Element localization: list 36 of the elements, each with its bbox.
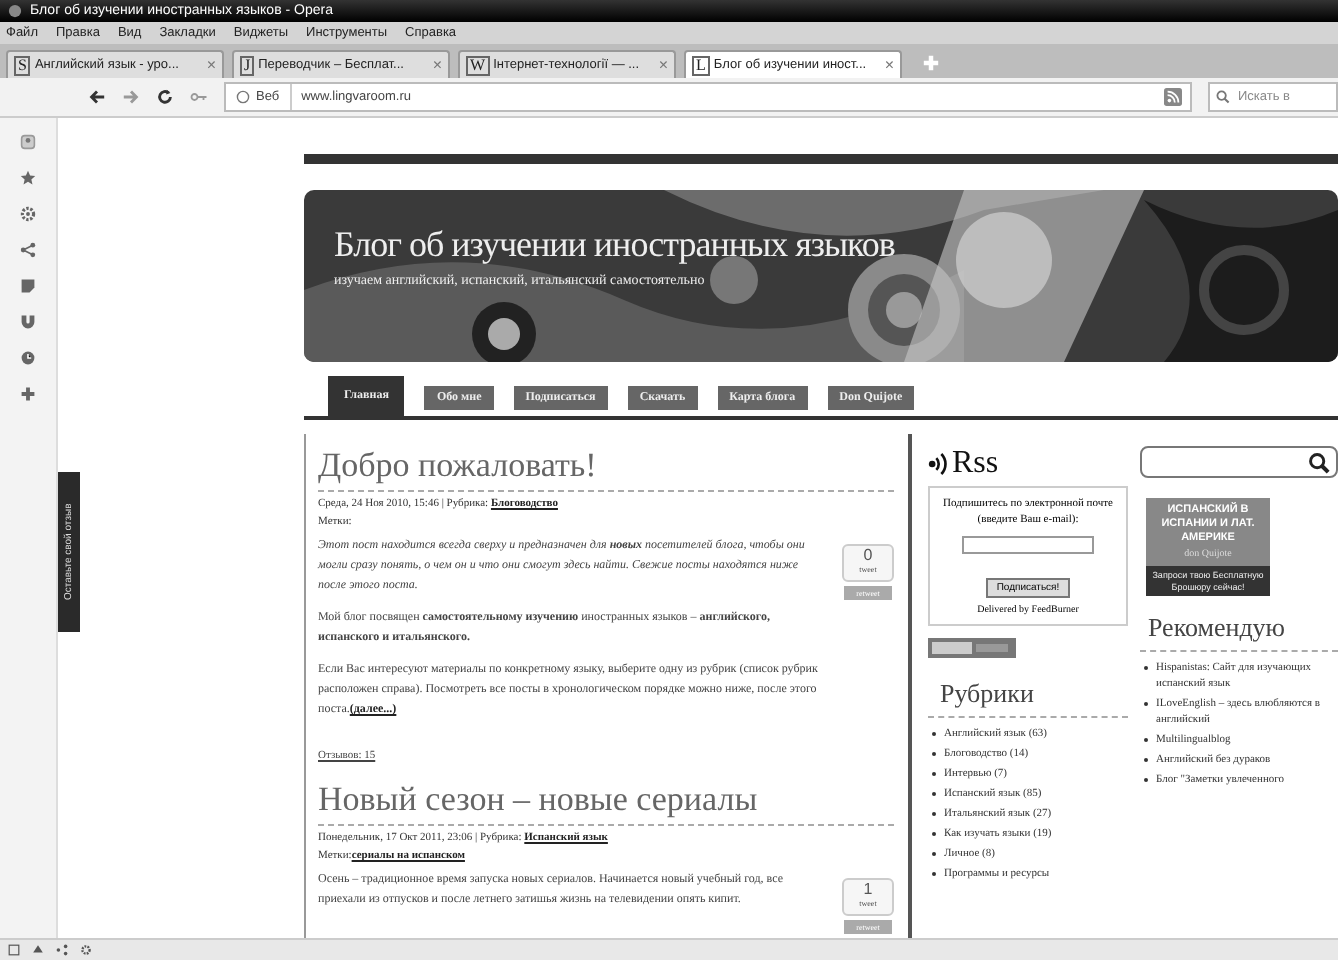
close-tab-button[interactable]: × <box>884 56 894 74</box>
forward-icon[interactable] <box>122 88 140 106</box>
arrow-icon[interactable] <box>32 944 44 956</box>
contacts-icon[interactable] <box>20 134 36 150</box>
favicon: L <box>692 55 710 75</box>
search-icon[interactable] <box>1308 451 1330 473</box>
favicon: J <box>240 55 255 75</box>
feed-count-badge[interactable] <box>928 638 1016 658</box>
rss-logo: Rss <box>952 446 999 482</box>
favicon: W <box>466 55 490 75</box>
gear-icon[interactable] <box>80 944 92 956</box>
back-icon[interactable] <box>88 88 106 106</box>
star-icon[interactable] <box>20 170 36 186</box>
post-title[interactable]: Новый сезон – новые сериалы <box>318 780 894 826</box>
key-icon[interactable] <box>190 88 208 106</box>
favicon: S <box>14 55 31 75</box>
share-icon[interactable] <box>20 242 36 258</box>
note-icon[interactable] <box>20 278 36 294</box>
feed-icon[interactable] <box>1164 88 1182 106</box>
widget-title: Рекомендую <box>1140 612 1338 652</box>
panel-icon[interactable] <box>8 944 20 956</box>
plus-icon[interactable] <box>20 386 36 402</box>
email-field[interactable] <box>962 536 1094 554</box>
widget-title: Рубрики <box>928 678 1128 718</box>
blog-title: Блог об изучении иностранных языков <box>334 224 895 266</box>
post-title[interactable]: Добро пожаловать! <box>318 446 894 492</box>
reload-icon[interactable] <box>156 88 174 106</box>
rss-icon <box>928 452 948 476</box>
blog-search-field[interactable] <box>1140 446 1338 478</box>
gear-icon[interactable] <box>20 206 36 222</box>
globe-icon <box>236 90 250 104</box>
search-icon <box>1216 90 1230 104</box>
clock-icon[interactable] <box>20 350 36 366</box>
magnet-icon[interactable] <box>20 314 36 330</box>
share-icon[interactable] <box>56 944 68 956</box>
opera-icon <box>8 4 22 18</box>
